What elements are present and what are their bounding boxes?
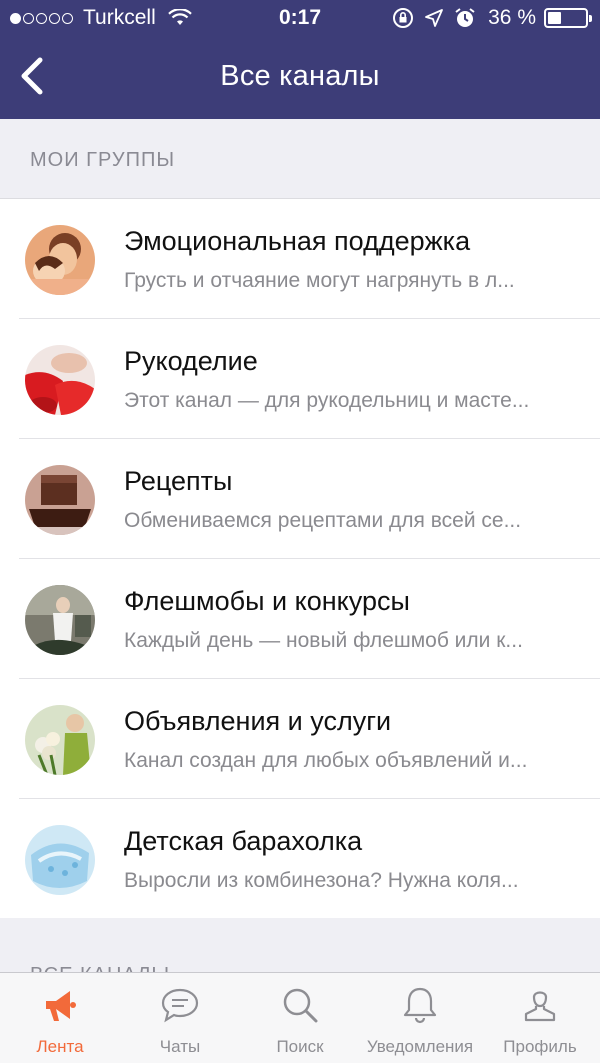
location-arrow-icon xyxy=(425,9,444,27)
avatar xyxy=(25,585,95,655)
item-title: Рукоделие xyxy=(124,346,258,376)
item-title: Флешмобы и конкурсы xyxy=(124,586,410,616)
item-subtitle: Этот канал — для рукодельниц и масте... xyxy=(124,389,530,412)
top-bar: Turkcell 0:17 36 % Все каналы xyxy=(0,0,600,119)
tab-bar: Лента Чаты Поиск Уведомления Профиль xyxy=(0,972,600,1063)
rotation-lock-icon xyxy=(393,8,414,28)
avatar xyxy=(25,465,95,535)
avatar xyxy=(25,345,95,415)
group-list: Эмоциональная поддержка Грусть и отчаяни… xyxy=(0,199,600,920)
item-subtitle: Каждый день — новый флешмоб или к... xyxy=(124,629,523,652)
section-header-all-channels: ВСЕ КАНАЛЫ xyxy=(0,918,600,973)
list-item[interactable]: Объявления и услуги Канал создан для люб… xyxy=(0,679,600,799)
battery-percentage: 36 % xyxy=(488,6,536,29)
avatar xyxy=(25,825,95,895)
list-item[interactable]: Рукоделие Этот канал — для рукодельниц и… xyxy=(0,319,600,439)
item-subtitle: Грусть и отчаяние могут нагрянуть в л... xyxy=(124,269,515,292)
avatar xyxy=(25,705,95,775)
tab-label: Профиль xyxy=(503,1037,577,1056)
tab-label: Уведомления xyxy=(366,1037,474,1056)
section-title: МОИ ГРУППЫ xyxy=(30,149,176,171)
chat-bubble-icon xyxy=(161,988,199,1023)
list-item[interactable]: Флешмобы и конкурсы Каждый день — новый … xyxy=(0,559,600,679)
item-subtitle: Канал создан для любых объявлений и... xyxy=(124,749,528,772)
status-bar: Turkcell 0:17 36 % xyxy=(0,0,600,36)
page-title: Все каналы xyxy=(220,60,380,92)
tab-label: Поиск xyxy=(276,1037,324,1056)
tab-feed[interactable]: Лента xyxy=(0,973,120,1063)
avatar xyxy=(25,225,95,295)
list-item[interactable]: Рецепты Обмениваемся рецептами для всей … xyxy=(0,439,600,559)
tab-label: Лента xyxy=(36,1037,84,1056)
list-item[interactable]: Детская барахолка Выросли из комбинезона… xyxy=(0,799,600,919)
item-subtitle: Выросли из комбинезона? Нужна коля... xyxy=(124,869,519,892)
tab-chats[interactable]: Чаты xyxy=(120,973,240,1063)
section-header-my-groups: МОИ ГРУППЫ xyxy=(0,119,600,199)
tab-profile[interactable]: Профиль xyxy=(480,973,600,1063)
navigation-bar: Все каналы xyxy=(0,36,600,119)
tab-search[interactable]: Поиск xyxy=(240,973,360,1063)
tab-notifications[interactable]: Уведомления xyxy=(360,973,480,1063)
megaphone-icon xyxy=(46,991,76,1021)
item-title: Объявления и услуги xyxy=(124,706,392,736)
item-title: Рецепты xyxy=(124,466,233,496)
item-subtitle: Обмениваемся рецептами для всей се... xyxy=(124,509,522,532)
battery-icon xyxy=(544,8,592,28)
alarm-clock-icon xyxy=(455,8,475,27)
bell-icon xyxy=(403,987,437,1024)
tab-label: Чаты xyxy=(159,1037,201,1056)
search-icon xyxy=(283,988,318,1023)
item-title: Эмоциональная поддержка xyxy=(124,226,471,256)
list-item[interactable]: Эмоциональная поддержка Грусть и отчаяни… xyxy=(0,199,600,319)
person-icon xyxy=(524,991,556,1022)
item-title: Детская барахолка xyxy=(124,826,363,856)
